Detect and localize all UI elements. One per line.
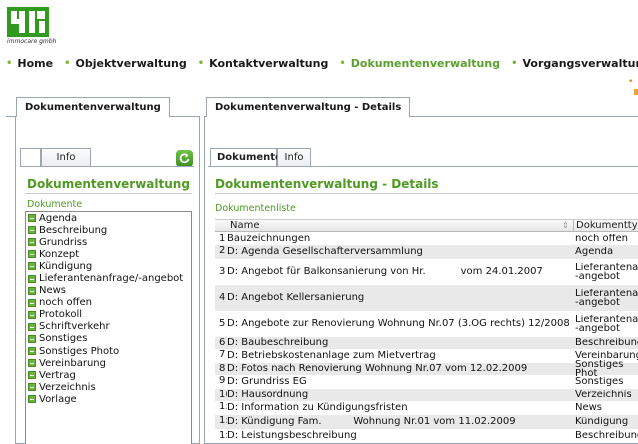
table-row[interactable]: 2 D: Agenda Gesellschafterversammlung Agen… — [215, 245, 638, 259]
folder-icon — [28, 250, 36, 259]
list-item[interactable]: Sonstiges Photo — [26, 345, 191, 357]
table-row[interactable]: 1:D: LeistungsbeschreibungBeschreibung — [215, 429, 638, 444]
folder-icon — [28, 286, 36, 295]
subtab-divider — [208, 166, 638, 167]
column-header-type[interactable]: Dokumenttyp — [573, 220, 638, 232]
list-item[interactable]: Vorlage — [26, 393, 191, 405]
nav-kontaktverwaltung[interactable]: • Kontaktverwaltung — [198, 57, 329, 70]
folder-icon — [28, 334, 36, 343]
folder-icon — [28, 226, 36, 235]
list-item[interactable]: Agenda — [26, 212, 191, 224]
list-item[interactable]: Vereinbarung — [26, 357, 191, 369]
folder-icon — [28, 359, 36, 368]
list-item[interactable]: News — [26, 285, 191, 297]
left-subtabs: Info — [20, 148, 190, 166]
left-tabbar: Dokumentenverwaltung — [6, 97, 200, 118]
folder-icon — [28, 298, 36, 307]
nav-dokumentenverwaltung[interactable]: • Dokumentenverwaltung — [339, 57, 500, 70]
folder-icon — [28, 214, 36, 223]
company-logo: immocare gmbh — [7, 7, 56, 49]
tab-dokumente[interactable]: Dokumente — [210, 148, 282, 166]
folder-icon — [28, 395, 36, 404]
list-item[interactable]: Protokoll — [26, 309, 191, 321]
right-subtabs: Dokumente Info — [210, 148, 638, 166]
tab-info-left[interactable]: Info — [41, 148, 91, 166]
folder-icon — [28, 274, 36, 283]
table-row[interactable]: 8 D: Fotos nach Renovierung Wohnung Nr.07… — [215, 360, 638, 379]
list-item[interactable]: Kündigung — [26, 260, 191, 272]
nav-objektverwaltung[interactable]: • Objektverwaltung — [64, 57, 187, 70]
folder-icon — [28, 322, 36, 331]
list-item[interactable]: Beschreibung — [26, 224, 191, 236]
table-row[interactable]: 4D: Angebot KellersanierungLieferantenan… — [215, 285, 638, 311]
list-item[interactable]: Sonstiges — [26, 333, 191, 345]
bullet-icon: • — [511, 57, 518, 69]
folder-icon — [28, 347, 36, 356]
folder-icon — [28, 262, 36, 271]
brand-name: immocare gmbh — [7, 38, 57, 45]
folder-icon — [28, 310, 36, 319]
list-item[interactable]: Lieferantenanfrage/-angebot — [26, 272, 191, 284]
logo-mark — [7, 7, 49, 37]
table-row[interactable]: 1:D: Kündigung Fam. Wohnung Nr.01 vom 11… — [215, 415, 638, 429]
tab-info-right[interactable]: Info — [277, 148, 311, 166]
list-item[interactable]: Verzeichnis — [26, 381, 191, 393]
nav-vorgangsverwaltung[interactable]: •Vorgangsverwaltung — [511, 57, 638, 70]
list-item[interactable]: Konzept — [26, 248, 191, 260]
left-section-subtitle: Dokumente — [27, 199, 83, 210]
column-header-name[interactable]: Name — [230, 220, 572, 232]
main-navigation: • Home • Objektverwaltung • Kontaktverwaltu… — [6, 56, 638, 70]
bullet-icon: • — [64, 57, 71, 69]
folder-icon — [28, 371, 36, 380]
folder-icon — [28, 238, 36, 247]
subtab-divider — [20, 166, 194, 167]
left-section-title: Dokumentenverwaltung — [27, 177, 190, 191]
sort-icon[interactable]: ⇕ — [562, 220, 569, 232]
divider — [25, 193, 192, 194]
bullet-icon: • — [628, 77, 634, 87]
tab-blank[interactable] — [20, 148, 41, 166]
category-list: Agenda Beschreibung Grundriss Konzept Kü… — [25, 211, 192, 444]
table-row[interactable]: 1:D: Information zu KündigungsfristenNew… — [215, 401, 638, 415]
list-item[interactable]: noch offen — [26, 297, 191, 309]
bullet-icon: • — [6, 57, 13, 69]
table-row[interactable]: 3 D: Angebot für Balkonsanierung von Hr. … — [215, 259, 638, 285]
right-section-subtitle: Dokumentenliste — [215, 203, 296, 214]
bullet-icon: • — [339, 57, 346, 69]
table-row[interactable]: 6 D: Baubeschreibung Beschreibung — [215, 337, 638, 349]
right-section-title: Dokumentenverwaltung - Details — [215, 177, 439, 191]
right-tabbar: Dokumentenverwaltung - Details — [204, 97, 638, 118]
table-row[interactable]: 9 D: Grundriss EG Sonstiges — [215, 375, 638, 389]
bullet-icon: • — [197, 57, 205, 69]
table-row[interactable]: 1 Bauzeichnungen noch offen — [215, 233, 638, 245]
list-item[interactable]: Schriftverkehr — [26, 321, 191, 333]
divider — [215, 193, 638, 194]
list-item[interactable]: Grundriss — [26, 236, 191, 248]
table-row[interactable]: 1(D: HausordnungVerzeichnis — [215, 389, 638, 401]
corner-marker — [634, 89, 638, 95]
table-row[interactable]: 5 D: Angebote zur Renovierung Wohnung Nr.… — [215, 311, 638, 337]
folder-icon — [28, 383, 36, 392]
list-item[interactable]: Vertrag — [26, 369, 191, 381]
table-header: Name ⇕ Dokumenttyp — [215, 219, 638, 232]
tab-dokumentenverwaltung-details[interactable]: Dokumentenverwaltung - Details — [206, 97, 411, 118]
nav-home[interactable]: • Home — [6, 57, 53, 70]
tab-dokumentenverwaltung[interactable]: Dokumentenverwaltung — [16, 97, 170, 118]
